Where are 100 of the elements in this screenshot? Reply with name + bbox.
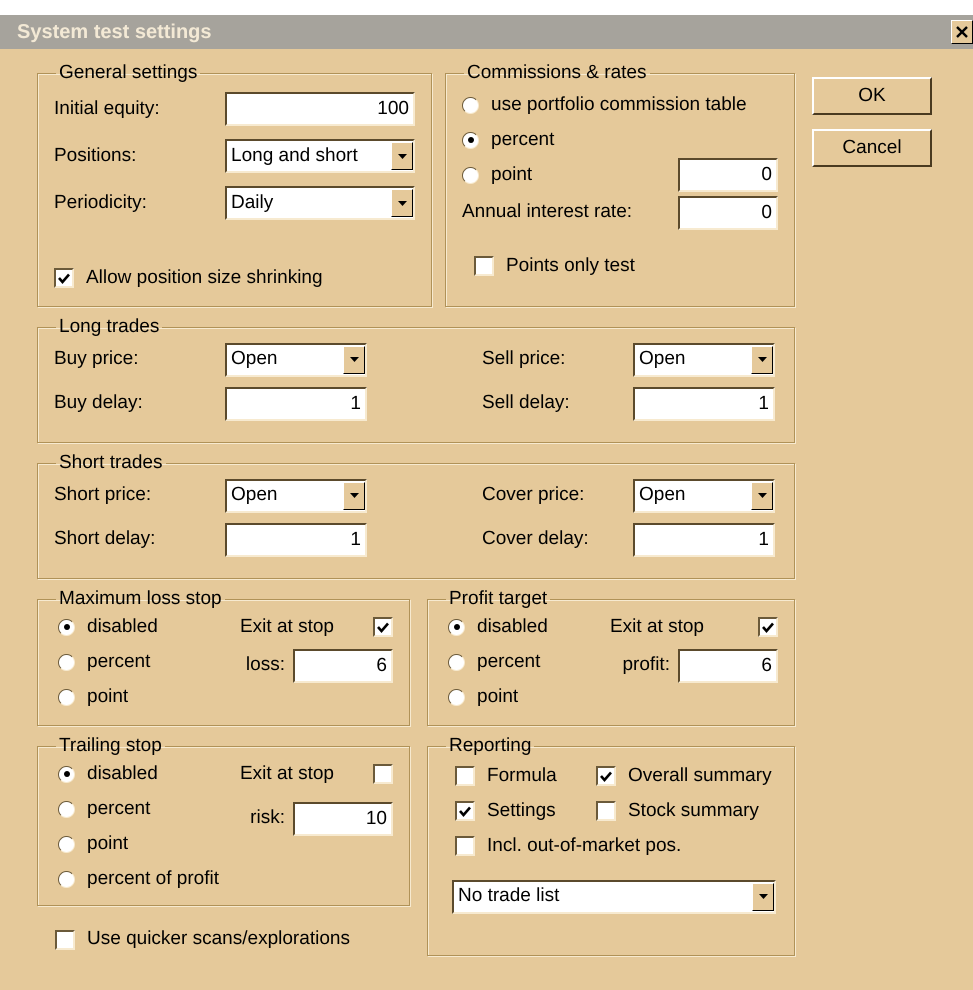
radio-button[interactable] xyxy=(462,166,479,184)
radio-label[interactable]: point xyxy=(87,686,128,709)
field-label: Buy price: xyxy=(54,348,140,372)
field-label: Initial equity: xyxy=(54,98,161,121)
input-field[interactable]: 0 xyxy=(678,158,778,192)
checkbox-label[interactable]: Exit at stop xyxy=(610,616,704,639)
field-label: profit: xyxy=(622,654,670,678)
radio-button[interactable] xyxy=(448,618,465,636)
input-field[interactable]: 6 xyxy=(293,648,393,683)
field-label: Annual interest rate: xyxy=(462,201,632,224)
checkbox-label[interactable]: Exit at stop xyxy=(240,762,334,786)
input-field[interactable]: 1 xyxy=(633,522,775,557)
group-title: Short trades xyxy=(58,453,164,474)
checkbox[interactable] xyxy=(55,930,75,950)
input-field[interactable]: 0 xyxy=(678,196,778,230)
checkbox-label[interactable]: Use quicker scans/explorations xyxy=(87,928,350,951)
field-label: Short delay: xyxy=(54,528,156,552)
input-field[interactable]: 1 xyxy=(633,386,775,421)
radio-button[interactable] xyxy=(462,96,479,114)
radio-label[interactable]: disabled xyxy=(477,616,548,639)
input-field[interactable]: 100 xyxy=(225,92,415,126)
window-title: System test settings xyxy=(17,20,212,44)
checkbox[interactable] xyxy=(596,766,616,786)
radio-label[interactable]: percent xyxy=(87,650,150,674)
close-icon xyxy=(956,26,968,38)
checkbox[interactable] xyxy=(596,801,616,822)
checkbox-label[interactable]: Allow position size shrinking xyxy=(86,266,323,290)
check-icon xyxy=(58,272,70,284)
checkbox-label[interactable]: Stock summary xyxy=(628,800,759,823)
close-button[interactable] xyxy=(951,20,973,44)
dropdown[interactable]: Open xyxy=(225,342,367,377)
group-title: Profit target xyxy=(448,589,548,610)
checkbox[interactable] xyxy=(474,256,494,276)
checkbox-label[interactable]: Formula xyxy=(487,764,557,788)
group-title: Long trades xyxy=(58,317,160,338)
caret-icon xyxy=(758,357,766,362)
field-label: risk: xyxy=(250,807,285,830)
input-field[interactable]: 1 xyxy=(225,386,367,421)
input-field[interactable]: 1 xyxy=(225,522,367,557)
radio-button[interactable] xyxy=(58,836,75,853)
dropdown[interactable]: No trade list xyxy=(452,880,776,914)
field-label: Cover delay: xyxy=(482,528,590,552)
radio-label[interactable]: percent of profit xyxy=(87,868,220,891)
checkbox[interactable] xyxy=(373,617,393,638)
dropdown[interactable]: Open xyxy=(225,478,367,513)
checkbox-label[interactable]: Points only test xyxy=(506,254,635,278)
checkbox[interactable] xyxy=(54,268,74,288)
field-label: Buy delay: xyxy=(54,392,144,416)
checkbox-label[interactable]: Exit at stop xyxy=(240,616,334,639)
dropdown[interactable]: Long and short xyxy=(225,139,415,174)
caret-icon xyxy=(758,493,766,498)
caret-icon xyxy=(350,357,358,362)
field-label: Sell delay: xyxy=(482,392,571,416)
radio-label[interactable]: point xyxy=(477,686,518,709)
caret-icon xyxy=(350,493,358,498)
radio-label[interactable]: disabled xyxy=(87,616,158,639)
radio-button[interactable] xyxy=(58,766,75,783)
field-label: Periodicity: xyxy=(54,192,148,215)
radio-label[interactable]: percent xyxy=(491,128,554,152)
dropdown[interactable]: Open xyxy=(633,342,775,377)
radio-button[interactable] xyxy=(58,654,75,671)
radio-label[interactable]: percent xyxy=(477,650,540,674)
group-title: Reporting xyxy=(448,736,532,757)
radio-button[interactable] xyxy=(448,688,465,706)
radio-button[interactable] xyxy=(462,132,479,149)
radio-label[interactable]: use portfolio commission table xyxy=(491,94,747,117)
radio-button[interactable] xyxy=(58,800,75,818)
input-field[interactable]: 10 xyxy=(293,802,393,836)
group-title: Commissions & rates xyxy=(466,63,648,84)
field-label: Cover price: xyxy=(482,484,586,508)
check-icon xyxy=(377,622,389,633)
radio-button[interactable] xyxy=(58,688,75,706)
checkbox[interactable] xyxy=(455,801,475,822)
caret-icon xyxy=(398,154,406,159)
checkbox-label[interactable]: Settings xyxy=(487,800,556,823)
checkbox[interactable] xyxy=(758,617,778,638)
dialog-button[interactable]: Cancel xyxy=(812,129,932,167)
caret-icon xyxy=(398,200,406,206)
dropdown[interactable]: Daily xyxy=(225,186,415,220)
checkbox[interactable] xyxy=(455,766,475,786)
field-label: Positions: xyxy=(54,144,138,168)
dialog-button[interactable]: OK xyxy=(812,77,932,115)
radio-label[interactable]: percent xyxy=(87,798,150,821)
checkbox-label[interactable]: Overall summary xyxy=(628,764,772,788)
checkbox[interactable] xyxy=(455,836,475,856)
group-title: Maximum loss stop xyxy=(58,589,223,610)
check-icon xyxy=(762,622,774,633)
caret-icon xyxy=(758,894,768,900)
group-title: General settings xyxy=(58,63,198,84)
input-field[interactable]: 6 xyxy=(678,648,778,683)
checkbox[interactable] xyxy=(373,764,393,784)
radio-label[interactable]: disabled xyxy=(87,762,158,786)
checkbox-label[interactable]: Incl. out-of-market pos. xyxy=(487,834,682,858)
radio-label[interactable]: point xyxy=(491,164,532,187)
check-icon xyxy=(459,806,471,817)
dropdown[interactable]: Open xyxy=(633,478,775,513)
radio-button[interactable] xyxy=(448,654,465,671)
radio-button[interactable] xyxy=(58,870,75,888)
radio-label[interactable]: point xyxy=(87,832,128,856)
radio-button[interactable] xyxy=(58,618,75,636)
